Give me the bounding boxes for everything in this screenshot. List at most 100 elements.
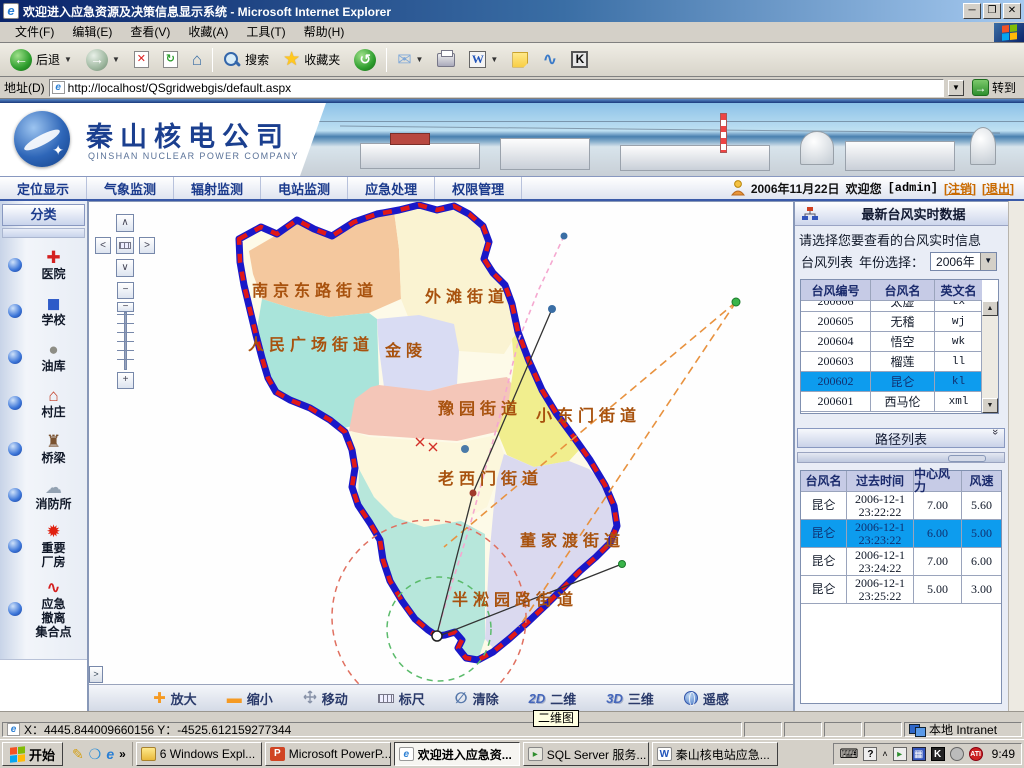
kaspersky-button[interactable]: K [567, 49, 592, 70]
notes-button[interactable] [508, 50, 532, 70]
year-select-arrow[interactable]: ▼ [980, 253, 996, 270]
path-list-bar[interactable]: 路径列表 » [797, 428, 1005, 448]
map-tool-zoom-out[interactable]: ▬缩小 [227, 689, 273, 708]
sidebar-item-school[interactable]: ◼学校 [0, 288, 87, 334]
edit-word-button[interactable]: W▼ [465, 49, 502, 70]
year-select[interactable]: 2006年 ▼ [930, 252, 997, 271]
kaspersky-tray-icon[interactable]: K [931, 747, 945, 761]
address-url: http://localhost/QSgridwebgis/default.as… [68, 81, 291, 95]
quicklaunch-ie-icon[interactable]: e [106, 746, 114, 762]
horizontal-splitter[interactable] [797, 452, 1005, 463]
menu-item[interactable]: 文件(F) [6, 23, 63, 41]
sidebar-item-village[interactable]: ⌂村庄 [0, 380, 87, 426]
table-row[interactable]: 200602昆仑kl [801, 372, 982, 392]
close-button[interactable]: ✕ [1003, 3, 1021, 19]
menu-item[interactable]: 工具(T) [237, 23, 294, 41]
nav-item[interactable]: 定位显示 [0, 177, 87, 199]
pan-right-button[interactable]: > [139, 237, 155, 254]
messenger-button[interactable]: ∿ [538, 47, 561, 72]
map-tool-zoom-in[interactable]: ✚放大 [153, 689, 197, 708]
taskbar-button-ie[interactable]: e欢迎进入应急资... [394, 742, 520, 766]
page-scrollbar[interactable] [1008, 201, 1024, 711]
zoom-out-button[interactable]: − [117, 282, 134, 299]
table-row[interactable]: 200601西马伦xml [801, 392, 982, 412]
start-button[interactable]: 开始 [2, 742, 63, 766]
app-tray-icon[interactable]: ▦ [912, 747, 926, 761]
typhoon-table-scrollbar[interactable]: ▲ ▼ [981, 301, 998, 413]
menu-item[interactable]: 编辑(E) [63, 23, 121, 41]
map-expand-button[interactable]: > [89, 666, 103, 683]
sidebar-item-hospital[interactable]: ✚医院 [0, 242, 87, 288]
taskbar-button-word[interactable]: W秦山核电站应急... [652, 742, 778, 766]
search-button[interactable]: 搜索 [219, 49, 273, 71]
forward-button[interactable]: →▼ [82, 47, 124, 73]
map-tool-3d[interactable]: 3D三维 [606, 689, 654, 708]
nav-item[interactable]: 应急处理 [348, 177, 435, 199]
pan-up-button[interactable]: ∧ [116, 214, 134, 232]
taskbar-button-sql-server[interactable]: ▸SQL Server 服务... [523, 742, 649, 766]
tray-collapse-chevron[interactable]: ˄ [882, 749, 887, 759]
taskbar-button-powerpoint[interactable]: PMicrosoft PowerP... [265, 742, 391, 766]
sql-tray-icon[interactable]: ▸ [893, 747, 907, 761]
nav-item[interactable]: 气象监测 [87, 177, 174, 199]
sidebar-item-label: 油库 [41, 359, 65, 373]
taskbar-button-folder[interactable]: 6 Windows Expl...▼ [136, 742, 262, 766]
table-row[interactable]: 200603榴莲ll [801, 352, 982, 372]
sidebar-item-assembly-point[interactable]: ∿应急 撤离 集合点 [0, 574, 87, 644]
home-button[interactable]: ⌂ [188, 49, 206, 70]
collapse-chevron-icon[interactable]: » [989, 429, 1001, 447]
menu-item[interactable]: 查看(V) [121, 23, 179, 41]
map-tool-clear[interactable]: ∅清除 [455, 689, 499, 708]
quicklaunch-overflow-chevron[interactable]: » [119, 747, 126, 761]
history-button[interactable]: ↺ [350, 47, 380, 73]
stop-button[interactable]: ✕ [130, 49, 153, 70]
sidebar-item-oil-depot[interactable]: ●油库 [0, 334, 87, 380]
pan-left-button[interactable]: < [95, 237, 111, 254]
keyboard-tray-icon[interactable]: ⌨ [840, 747, 859, 761]
table-row[interactable]: 昆仑2006-12-1 23:25:225.003.00 [801, 576, 1001, 604]
help-tray-icon[interactable]: ? [863, 747, 877, 761]
table-row[interactable]: 昆仑2006-12-1 23:23:226.005.00 [801, 520, 1001, 548]
sidebar-item-fire-station[interactable]: ☁消防所 [0, 472, 87, 518]
round-tray-icon[interactable] [950, 747, 964, 761]
nav-item[interactable]: 权限管理 [435, 177, 522, 199]
refresh-button[interactable]: ↻ [159, 49, 182, 70]
address-dropdown-button[interactable]: ▼ [948, 80, 964, 96]
print-button[interactable] [433, 51, 459, 69]
map-tool-2d[interactable]: 2D二维 [529, 689, 577, 708]
favorites-button[interactable]: ★收藏夹 [279, 49, 344, 71]
quicklaunch-pen-icon[interactable]: ✎ [72, 746, 84, 762]
table-row[interactable]: 昆仑2006-12-1 23:24:227.006.00 [801, 548, 1001, 576]
table-row[interactable]: 昆仑2006-12-1 23:22:227.005.60 [801, 492, 1001, 520]
map-canvas[interactable]: 南京东路街道外滩街道人民广场街道金陵豫园街道小东门街道老西门街道董家渡街道半淞园… [89, 201, 793, 684]
scroll-up-button[interactable]: ▲ [982, 301, 998, 316]
map-tool-remote-sensing[interactable]: 遥感 [684, 689, 729, 708]
minimize-button[interactable]: ─ [963, 3, 981, 19]
go-button[interactable]: → 转到 [968, 79, 1020, 96]
zoom-in-button[interactable]: + [117, 372, 134, 389]
pan-down-button[interactable]: ∨ [116, 259, 134, 277]
table-row[interactable]: 200604悟空wk [801, 332, 982, 352]
menu-item[interactable]: 帮助(H) [295, 23, 354, 41]
back-button[interactable]: ← 后退▼ [6, 47, 76, 73]
map-tool-pan[interactable]: 移动 [303, 689, 348, 708]
pan-center-button[interactable] [116, 237, 134, 254]
sidebar-item-key-plant[interactable]: ✹重要 厂房 [0, 518, 87, 574]
maximize-button[interactable]: ❐ [983, 3, 1001, 19]
sidebar-item-bridge[interactable]: ♜桥梁 [0, 426, 87, 472]
table-row[interactable]: 200606太虚tx [801, 301, 982, 312]
nav-item[interactable]: 辐射监测 [174, 177, 261, 199]
ati-tray-icon[interactable]: ATI [969, 747, 983, 761]
map-tool-ruler[interactable]: 标尺 [378, 689, 425, 708]
quicklaunch-globe-icon[interactable]: ❍ [89, 746, 102, 762]
zoom-slider-handle[interactable]: − [117, 302, 134, 312]
logout-link[interactable]: [注销] [944, 180, 976, 197]
scroll-down-button[interactable]: ▼ [982, 398, 998, 413]
address-input[interactable]: e http://localhost/QSgridwebgis/default.… [49, 79, 944, 97]
mail-button[interactable]: ✉▼ [393, 49, 427, 70]
sidebar-title[interactable]: 分类 [2, 204, 85, 226]
exit-link[interactable]: [退出] [982, 180, 1014, 197]
menu-item[interactable]: 收藏(A) [179, 23, 237, 41]
nav-item[interactable]: 电站监测 [261, 177, 348, 199]
table-row[interactable]: 200605无稽wj [801, 312, 982, 332]
